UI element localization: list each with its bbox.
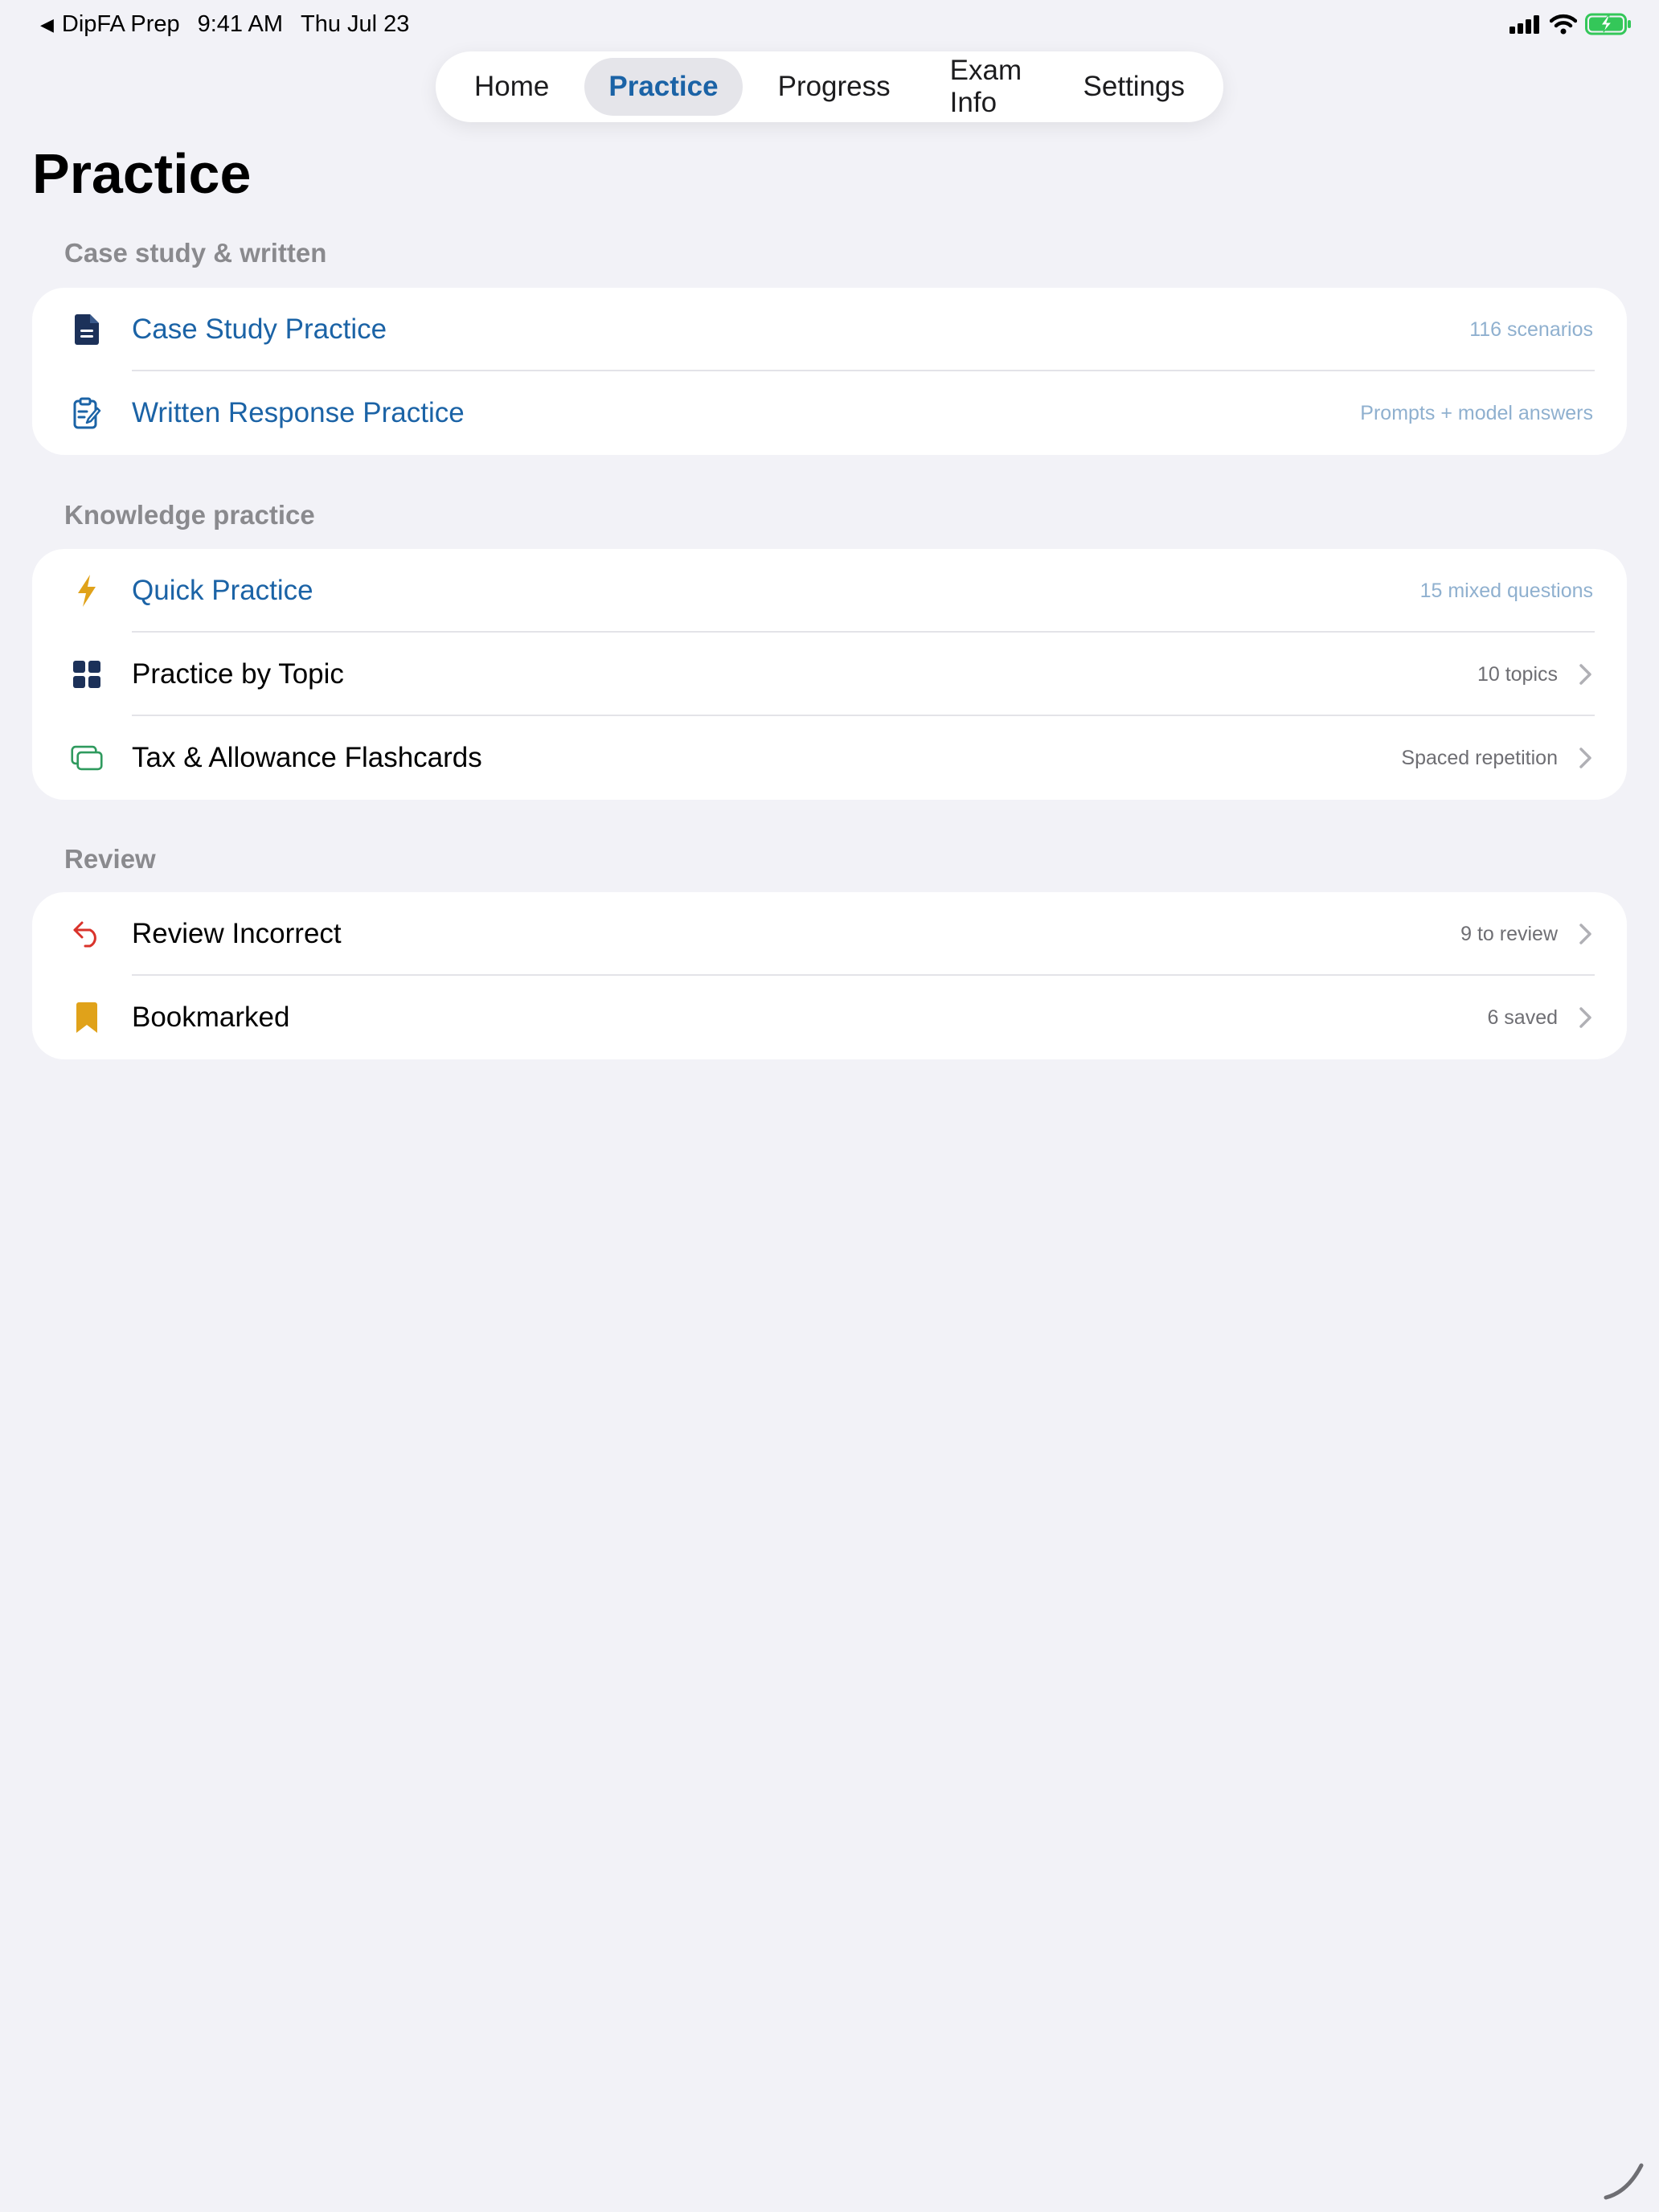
knowledge-card: Quick Practice 15 mixed questions Practi… xyxy=(32,549,1627,800)
row-label: Case Study Practice xyxy=(132,313,387,345)
section-header-review: Review xyxy=(64,844,156,874)
row-tax-allowance-flashcards[interactable]: Tax & Allowance Flashcards Spaced repeti… xyxy=(32,716,1627,800)
case-study-card: Case Study Practice 116 scenarios Writte… xyxy=(32,288,1627,455)
bookmark-icon xyxy=(71,1002,103,1034)
status-bar: ◀ DipFA Prep 9:41 AM Thu Jul 23 xyxy=(0,0,1659,51)
chevron-right-icon xyxy=(1579,924,1591,944)
row-review-incorrect[interactable]: Review Incorrect 9 to review xyxy=(32,892,1627,976)
row-written-response-practice[interactable]: Written Response Practice Prompts + mode… xyxy=(32,371,1627,455)
row-label: Bookmarked xyxy=(132,1002,290,1033)
row-detail: 6 saved xyxy=(1487,1006,1558,1029)
top-tab-bar: Home Practice Progress Exam Info Setting… xyxy=(436,51,1223,122)
tab-progress[interactable]: Progress xyxy=(754,58,915,116)
cards-icon xyxy=(71,742,103,774)
row-label: Review Incorrect xyxy=(132,918,342,949)
cellular-signal-icon xyxy=(1509,15,1539,34)
row-detail: Prompts + model answers xyxy=(1360,401,1593,424)
row-detail: 15 mixed questions xyxy=(1419,579,1593,602)
row-detail: 9 to review xyxy=(1460,922,1558,945)
bolt-icon xyxy=(71,575,103,607)
clipboard-edit-icon xyxy=(71,397,103,429)
review-card: Review Incorrect 9 to review Bookmarked … xyxy=(32,892,1627,1059)
back-arrow-icon[interactable]: ◀ xyxy=(40,14,54,35)
tab-settings[interactable]: Settings xyxy=(1059,58,1209,116)
document-icon xyxy=(71,313,103,346)
row-detail: 10 topics xyxy=(1477,662,1558,686)
row-detail: 116 scenarios xyxy=(1469,317,1593,341)
tab-home[interactable]: Home xyxy=(450,58,573,116)
row-quick-practice[interactable]: Quick Practice 15 mixed questions xyxy=(32,549,1627,633)
status-right xyxy=(1509,13,1632,35)
section-header-case-study: Case study & written xyxy=(64,238,327,268)
row-label: Tax & Allowance Flashcards xyxy=(132,742,482,773)
row-detail: Spaced repetition xyxy=(1401,746,1558,769)
chevron-right-icon xyxy=(1579,748,1591,768)
row-label: Quick Practice xyxy=(132,575,313,606)
section-header-knowledge: Knowledge practice xyxy=(64,500,315,530)
chevron-right-icon xyxy=(1579,1007,1591,1028)
row-practice-by-topic[interactable]: Practice by Topic 10 topics xyxy=(32,633,1627,716)
pencil-indicator-icon xyxy=(1604,2163,1644,2200)
row-label: Practice by Topic xyxy=(132,658,344,690)
undo-arrow-icon xyxy=(71,918,103,950)
tab-practice[interactable]: Practice xyxy=(584,58,743,116)
status-left: ◀ DipFA Prep 9:41 AM Thu Jul 23 xyxy=(40,11,409,38)
back-app-link[interactable]: DipFA Prep xyxy=(62,11,180,38)
status-date: Thu Jul 23 xyxy=(301,11,410,37)
page-title: Practice xyxy=(32,142,252,205)
tab-exam-info[interactable]: Exam Info xyxy=(926,42,1048,132)
row-case-study-practice[interactable]: Case Study Practice 116 scenarios xyxy=(32,288,1627,371)
battery-charging-icon xyxy=(1585,13,1631,35)
chevron-right-icon xyxy=(1579,664,1591,685)
row-label: Written Response Practice xyxy=(132,397,465,428)
row-bookmarked[interactable]: Bookmarked 6 saved xyxy=(32,976,1627,1059)
status-time: 9:41 AM xyxy=(197,11,284,37)
grid-icon xyxy=(71,658,103,690)
wifi-icon xyxy=(1550,14,1577,35)
